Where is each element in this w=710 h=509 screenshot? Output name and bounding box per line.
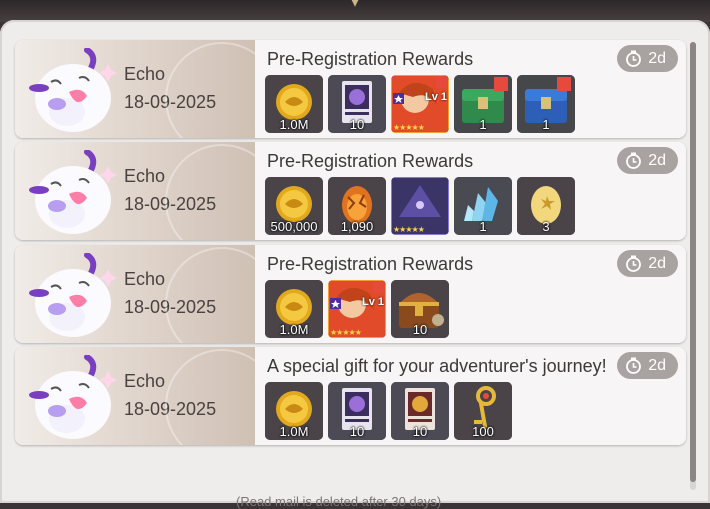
reward-item[interactable]: 100: [454, 382, 512, 440]
expiry-badge: 2d: [617, 250, 678, 277]
item-quantity: 10: [349, 424, 365, 439]
reward-list: 1.0M 10 10 100: [265, 382, 512, 440]
reward-item[interactable]: 1,090: [328, 177, 386, 235]
mail-item[interactable]: Echo 18-09-2025 Pre-Registration Rewards 2d…: [15, 142, 686, 240]
star-rating: ★★★★★: [330, 328, 362, 337]
reward-item[interactable]: 1: [517, 75, 575, 133]
reward-item[interactable]: 1: [454, 177, 512, 235]
reward-item[interactable]: 10: [328, 75, 386, 133]
clock-icon: [626, 50, 642, 67]
chevron-down-icon[interactable]: ▼: [348, 0, 362, 8]
mail-date: 18-09-2025: [124, 194, 217, 214]
item-quantity: 500,000: [270, 219, 318, 234]
item-quantity: 1: [479, 219, 487, 234]
sender-panel: Echo 18-09-2025: [15, 142, 255, 240]
star-rating: ★★★★★: [393, 123, 425, 132]
item-quantity: 10: [412, 424, 428, 439]
footer-note: (Read mail is deleted after 30 days): [236, 494, 442, 509]
mail-item[interactable]: Echo 18-09-2025 Pre-Registration Rewards 2d…: [15, 245, 686, 343]
item-quantity: 3: [542, 219, 550, 234]
reward-item[interactable]: 10: [328, 382, 386, 440]
sender-name: Echo: [124, 269, 166, 289]
reward-item[interactable]: 3: [517, 177, 575, 235]
mail-date: 18-09-2025: [124, 297, 217, 317]
expiry-badge: 2d: [617, 147, 678, 174]
expiry-badge: 2d: [617, 45, 678, 72]
reward-item[interactable]: Lv 1 ★★★★★: [328, 280, 386, 338]
reward-item[interactable]: ★★★★★: [391, 177, 449, 235]
item-quantity: 1.0M: [279, 322, 309, 337]
level-label: Lv 1: [424, 91, 447, 103]
mail-date: 18-09-2025: [124, 399, 217, 419]
star-rating: ★★★★★: [393, 225, 425, 234]
sender-name: Echo: [124, 371, 166, 391]
reward-item[interactable]: 1.0M: [265, 75, 323, 133]
expiry-text: 2d: [648, 49, 666, 67]
reward-list: 500,000 1,090 ★★★★★ 1 3: [265, 177, 575, 235]
sender-name: Echo: [124, 64, 166, 84]
item-quantity: 1: [479, 117, 487, 132]
clock-icon: [626, 255, 642, 272]
reward-item[interactable]: 1: [454, 75, 512, 133]
sender-panel: Echo 18-09-2025: [15, 40, 255, 138]
mail-title: Pre-Registration Rewards: [267, 254, 474, 274]
reward-item[interactable]: 10: [391, 382, 449, 440]
item-quantity: 1: [542, 117, 550, 132]
clock-icon: [626, 152, 642, 169]
mail-item[interactable]: Echo 18-09-2025 Pre-Registration Rewards 2d…: [15, 40, 686, 138]
item-quantity: 10: [349, 117, 365, 132]
reward-item[interactable]: 500,000: [265, 177, 323, 235]
mail-body: Pre-Registration Rewards 2d 500,000 1,090 ★★…: [255, 142, 686, 240]
mail-body: Pre-Registration Rewards 2d 1.0M Lv 1 ★★★★★ 1…: [255, 245, 686, 343]
reward-item[interactable]: 1.0M: [265, 382, 323, 440]
reward-item[interactable]: 1.0M: [265, 280, 323, 338]
level-label: Lv 1: [361, 296, 384, 308]
reward-item[interactable]: 10: [391, 280, 449, 338]
sender-panel: Echo 18-09-2025: [15, 245, 255, 343]
clock-icon: [626, 357, 642, 374]
scrollbar-thumb[interactable]: [690, 42, 696, 482]
expiry-badge: 2d: [617, 352, 678, 379]
reward-item[interactable]: Lv 1 ★★★★★: [391, 75, 449, 133]
item-quantity: 100: [472, 424, 494, 439]
reward-list: 1.0M 10 Lv 1 ★★★★★ 1 1: [265, 75, 575, 133]
item-quantity: 10: [412, 322, 428, 337]
reward-list: 1.0M Lv 1 ★★★★★ 10: [265, 280, 449, 338]
mail-title: Pre-Registration Rewards: [267, 49, 474, 69]
expiry-text: 2d: [648, 254, 666, 272]
mail-title: Pre-Registration Rewards: [267, 151, 474, 171]
expiry-text: 2d: [648, 356, 666, 374]
sender-name: Echo: [124, 166, 166, 186]
item-quantity: 1.0M: [279, 424, 309, 439]
item-quantity: 1,090: [340, 219, 374, 234]
sender-panel: Echo 18-09-2025: [15, 347, 255, 445]
mail-item[interactable]: Echo 18-09-2025 A special gift for your ad…: [15, 347, 686, 445]
mail-title: A special gift for your adventurer's jou…: [267, 356, 607, 376]
item-quantity: 1.0M: [279, 117, 309, 132]
mail-body: Pre-Registration Rewards 2d 1.0M 10 Lv 1 ★★★★…: [255, 40, 686, 138]
expiry-text: 2d: [648, 151, 666, 169]
mail-date: 18-09-2025: [124, 92, 217, 112]
mail-body: A special gift for your adventurer's jou…: [255, 347, 686, 445]
